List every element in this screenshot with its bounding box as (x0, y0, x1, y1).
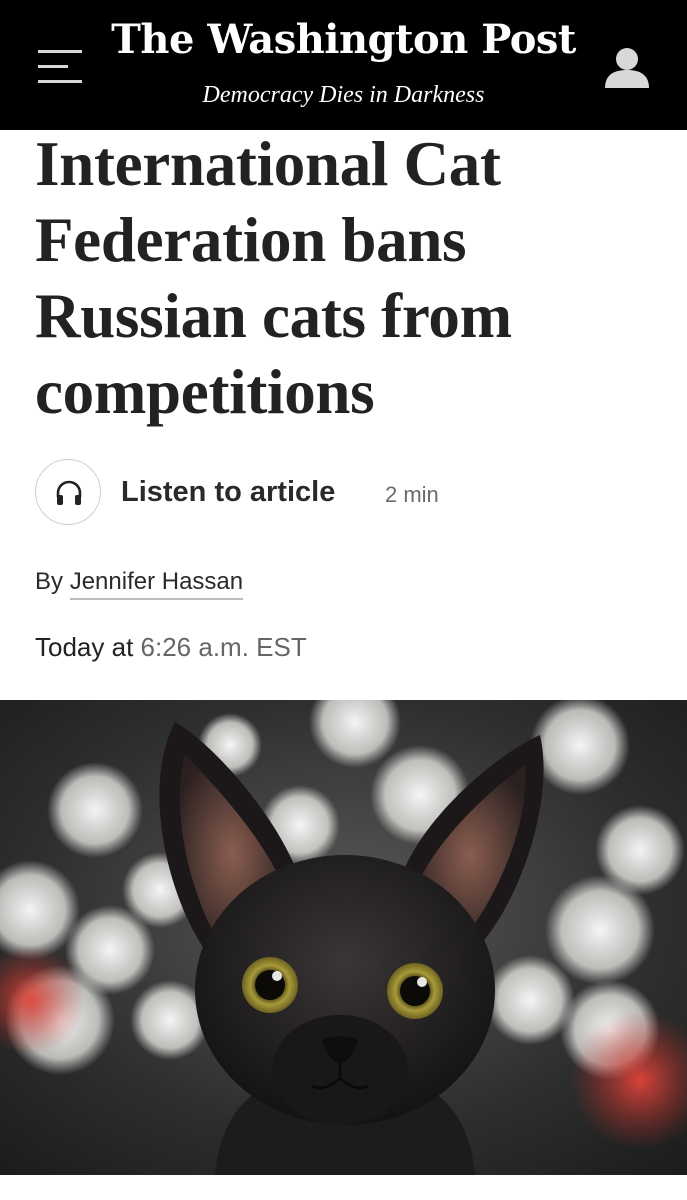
listen-duration: 2 min (385, 482, 439, 507)
byline-prefix: By (35, 568, 64, 595)
listen-to-article-label[interactable]: Listen to article (121, 474, 335, 510)
publish-time: 6:26 a.m. EST (140, 632, 307, 662)
user-account-icon[interactable] (603, 44, 651, 90)
hero-caption-strip (0, 1175, 687, 1200)
site-header: The Washington Post Democracy Dies in Da… (0, 0, 687, 130)
hairless-black-kitten-photo (0, 700, 687, 1175)
publish-timestamp: Today at 6:26 a.m. EST (35, 630, 307, 664)
byline: By Jennifer Hassan (35, 566, 244, 600)
site-tagline: Democracy Dies in Darkness (202, 82, 485, 108)
headphones-icon (56, 480, 82, 505)
author-link[interactable]: Jennifer Hassan (69, 568, 244, 600)
hero-image[interactable] (0, 700, 687, 1175)
listen-button[interactable] (35, 459, 101, 525)
article-headline: International Cat Federation bans Russia… (35, 129, 512, 427)
site-masthead[interactable]: The Washington Post (0, 14, 687, 66)
date-prefix: Today at (35, 632, 134, 662)
